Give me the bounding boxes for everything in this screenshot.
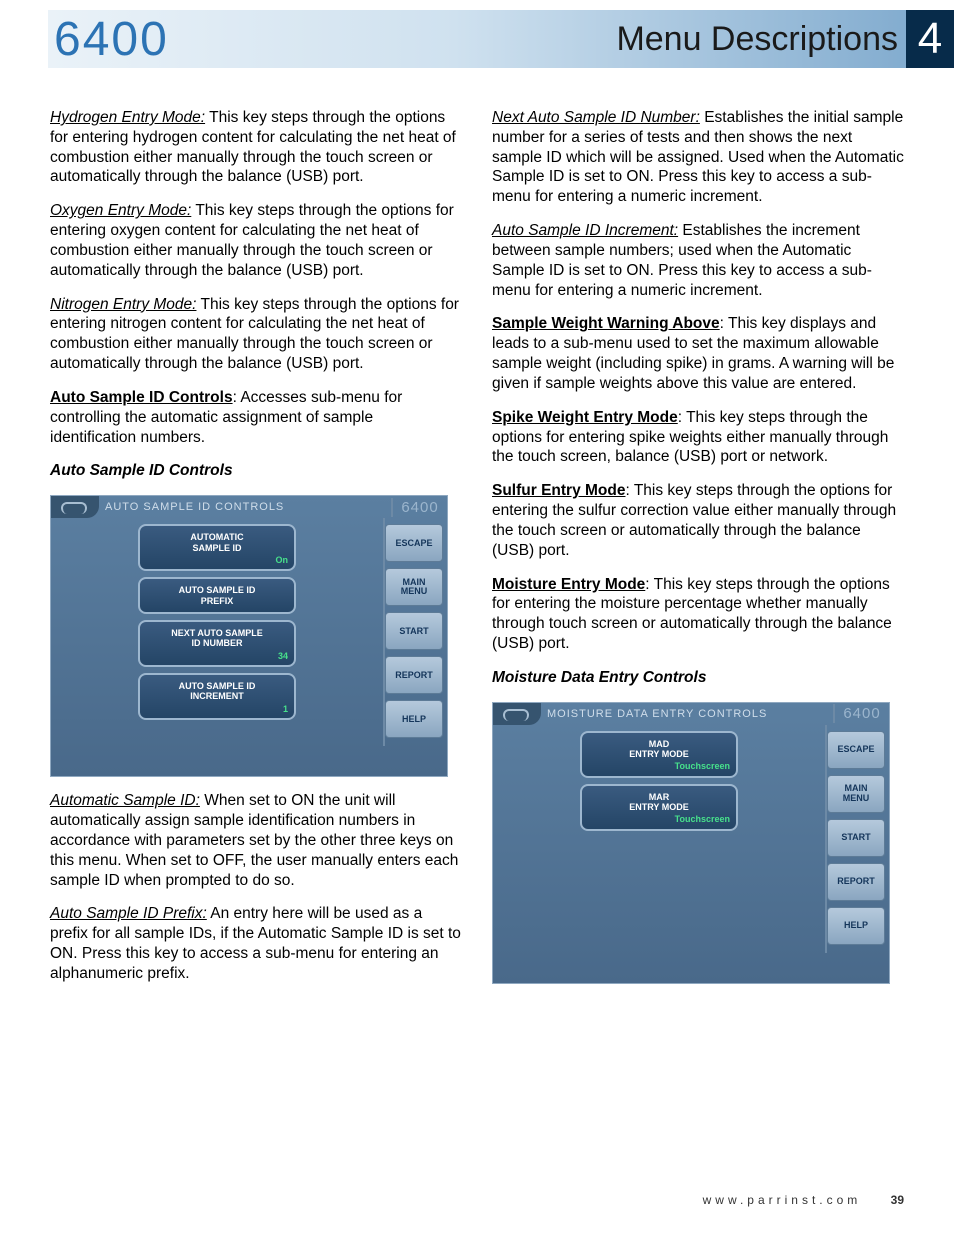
- hydrogen-entry-mode-para: Hydrogen Entry Mode: This key steps thro…: [50, 108, 462, 187]
- start-button[interactable]: START: [385, 612, 443, 650]
- auto-sample-id-controls-intro: Auto Sample ID Controls: Accesses sub-me…: [50, 388, 462, 447]
- page-number: 39: [891, 1193, 904, 1207]
- automatic-sample-id-button[interactable]: AUTOMATIC SAMPLE ID On: [138, 524, 296, 571]
- automatic-sample-id-para: Automatic Sample ID: When set to ON the …: [50, 791, 462, 890]
- oxygen-entry-mode-para: Oxygen Entry Mode: This key steps throug…: [50, 201, 462, 280]
- next-auto-sample-id-number-button[interactable]: NEXT AUTO SAMPLE ID NUMBER 34: [138, 620, 296, 667]
- nitrogen-entry-mode-para: Nitrogen Entry Mode: This key steps thro…: [50, 295, 462, 374]
- sample-weight-warning-para: Sample Weight Warning Above: This key di…: [492, 314, 904, 393]
- screen1-model: 6400: [391, 498, 447, 517]
- report-button[interactable]: REPORT: [385, 656, 443, 694]
- screen1-caption: Auto Sample ID Controls: [50, 461, 462, 481]
- auto-sample-id-increment-button[interactable]: AUTO SAMPLE ID INCREMENT 1: [138, 673, 296, 720]
- next-auto-sample-id-number-para: Next Auto Sample ID Number: Establishes …: [492, 108, 904, 207]
- auto-sample-id-controls-screen: AUTO SAMPLE ID CONTROLS 6400 AUTOMATIC S…: [50, 495, 448, 777]
- report-button[interactable]: REPORT: [827, 863, 885, 901]
- menu-descriptions-title: Menu Descriptions: [616, 20, 906, 59]
- moisture-entry-mode-para: Moisture Entry Mode: This key steps thro…: [492, 575, 904, 654]
- auto-sample-id-increment-para: Auto Sample ID Increment: Establishes th…: [492, 221, 904, 300]
- logo-icon: [51, 496, 99, 518]
- main-menu-button[interactable]: MAIN MENU: [827, 775, 885, 813]
- mad-entry-mode-button[interactable]: MAD ENTRY MODE Touchscreen: [580, 731, 738, 778]
- escape-button[interactable]: ESCAPE: [385, 524, 443, 562]
- main-menu-button[interactable]: MAIN MENU: [385, 568, 443, 606]
- logo-icon: [493, 703, 541, 725]
- chapter-number-box: 4: [906, 10, 954, 68]
- auto-sample-id-prefix-button[interactable]: AUTO SAMPLE ID PREFIX: [138, 577, 296, 614]
- screen2-caption: Moisture Data Entry Controls: [492, 668, 904, 688]
- model-number: 6400: [48, 12, 169, 67]
- screen2-title: MOISTURE DATA ENTRY CONTROLS: [547, 707, 833, 721]
- footer-url: www.parrinst.com: [703, 1193, 862, 1207]
- sulfur-entry-mode-para: Sulfur Entry Mode: This key steps throug…: [492, 481, 904, 560]
- spike-weight-entry-mode-para: Spike Weight Entry Mode: This key steps …: [492, 408, 904, 467]
- escape-button[interactable]: ESCAPE: [827, 731, 885, 769]
- help-button[interactable]: HELP: [827, 907, 885, 945]
- screen2-model: 6400: [833, 704, 889, 723]
- moisture-data-entry-controls-screen: MOISTURE DATA ENTRY CONTROLS 6400 MAD EN…: [492, 702, 890, 984]
- page-header: 6400 Menu Descriptions 4: [48, 10, 954, 68]
- screen1-title: AUTO SAMPLE ID CONTROLS: [105, 500, 391, 514]
- auto-sample-id-prefix-para: Auto Sample ID Prefix: An entry here wil…: [50, 904, 462, 983]
- start-button[interactable]: START: [827, 819, 885, 857]
- page-footer: www.parrinst.com 39: [0, 1193, 904, 1207]
- help-button[interactable]: HELP: [385, 700, 443, 738]
- mar-entry-mode-button[interactable]: MAR ENTRY MODE Touchscreen: [580, 784, 738, 831]
